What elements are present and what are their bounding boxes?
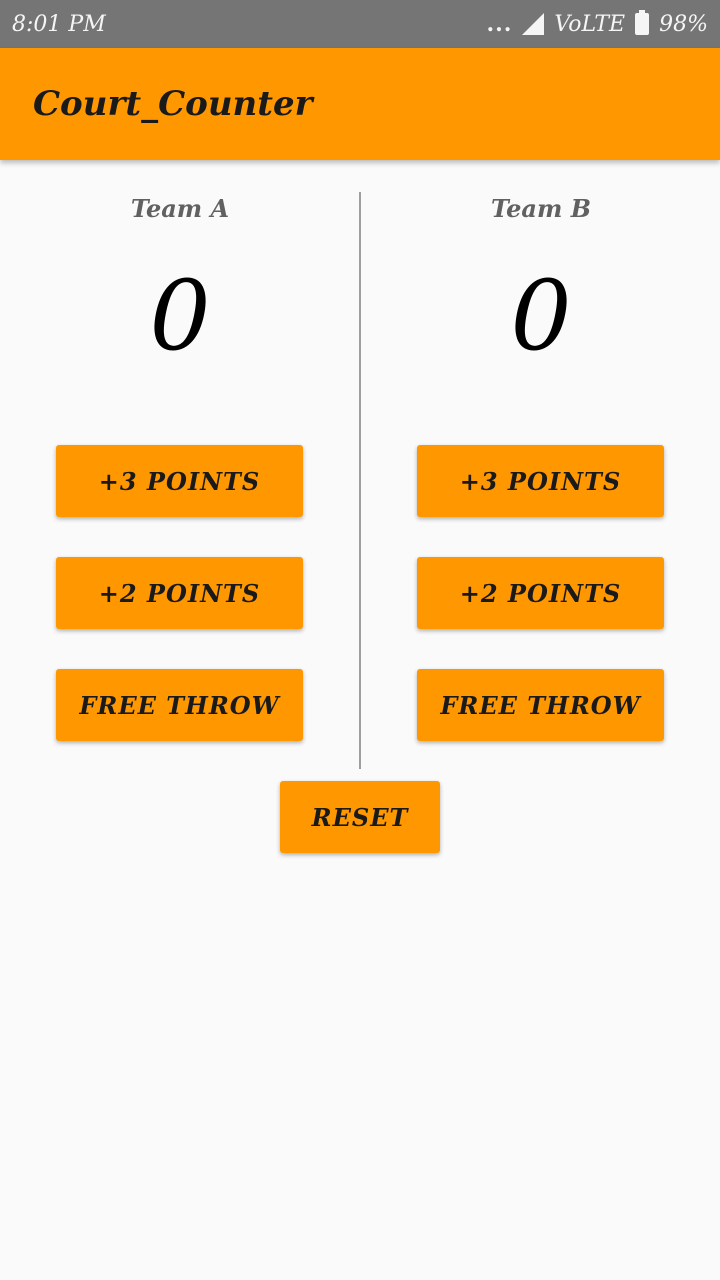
team-a-name: Team A [130, 194, 230, 223]
app-bar: Court_Counter [0, 48, 720, 160]
team-b-plus2-button[interactable]: +2 POINTS [417, 557, 664, 629]
status-bar: 8:01 PM ... VoLTE 98% [0, 0, 720, 48]
signal-icon [522, 13, 545, 35]
team-a-score: 0 [149, 260, 211, 372]
team-b-column: Team B 0 +3 POINTS +2 POINTS FREE THROW [361, 160, 720, 770]
status-time: 8:01 PM [12, 11, 106, 37]
team-a-plus2-button[interactable]: +2 POINTS [56, 557, 303, 629]
app-title: Court_Counter [33, 84, 313, 124]
reset-button[interactable]: RESET [280, 781, 440, 853]
team-b-plus3-button[interactable]: +3 POINTS [417, 445, 664, 517]
team-b-score: 0 [510, 260, 572, 372]
team-b-free-throw-button[interactable]: FREE THROW [417, 669, 664, 741]
notification-dots-icon: ... [486, 11, 513, 37]
team-b-name: Team B [491, 194, 591, 223]
network-type: VoLTE [554, 11, 626, 37]
team-a-column: Team A 0 +3 POINTS +2 POINTS FREE THROW [0, 160, 360, 770]
team-a-plus3-button[interactable]: +3 POINTS [56, 445, 303, 517]
team-a-free-throw-button[interactable]: FREE THROW [56, 669, 303, 741]
battery-icon [635, 10, 650, 35]
battery-percent: 98% [659, 11, 708, 37]
status-icons: ... VoLTE 98% [486, 10, 708, 37]
